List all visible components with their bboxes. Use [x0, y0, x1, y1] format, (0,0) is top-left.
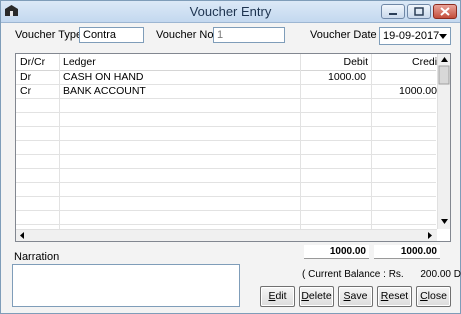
row-credit: 1000.00	[399, 85, 437, 97]
narration-label: Narration	[14, 251, 60, 263]
column-header-drcr: Dr/Cr	[20, 56, 46, 68]
voucher-date-label: Voucher Date	[310, 29, 377, 41]
vertical-scrollbar[interactable]	[437, 54, 450, 229]
delete-button[interactable]: Delete	[299, 286, 334, 307]
voucher-no-field[interactable]: 1	[213, 27, 285, 43]
current-balance-text: ( Current Balance : Rs. 200.00 Dr )	[302, 269, 461, 280]
narration-field[interactable]	[12, 264, 240, 307]
scroll-down-icon	[441, 219, 448, 224]
voucher-date-picker[interactable]: 19-09-2017	[379, 27, 451, 45]
row-drcr: Dr	[20, 71, 32, 83]
voucher-type-field[interactable]: Contra	[79, 27, 144, 43]
row-credit	[382, 70, 437, 84]
reset-button[interactable]: Reset	[377, 286, 412, 307]
scroll-thumb	[438, 65, 450, 85]
minimize-button[interactable]	[381, 4, 405, 19]
save-button[interactable]: Save	[338, 286, 373, 307]
maximize-button[interactable]	[407, 4, 431, 19]
close-icon	[440, 7, 450, 16]
scroll-up-icon	[441, 57, 448, 62]
close-button[interactable]: Close	[416, 286, 451, 307]
minimize-icon	[389, 13, 397, 15]
row-debit	[311, 84, 366, 98]
close-window-button[interactable]	[433, 4, 457, 19]
row-debit: 1000.00	[328, 71, 366, 83]
scroll-right-icon	[428, 232, 432, 239]
voucher-entry-window: Voucher Entry Voucher Type Contra Vouche…	[0, 0, 461, 314]
column-header-debit: Debit	[343, 56, 368, 68]
chevron-down-icon[interactable]	[437, 29, 449, 43]
horizontal-scrollbar[interactable]	[16, 229, 437, 241]
grid-header: Dr/Cr Ledger Debit Credit	[16, 54, 440, 71]
column-header-ledger: Ledger	[63, 56, 96, 68]
scroll-left-icon	[20, 232, 24, 239]
debit-total: 1000.00	[304, 245, 369, 259]
edit-button[interactable]: Edit	[260, 286, 295, 307]
column-header-credit: Credit	[411, 56, 440, 68]
row-ledger: BANK ACCOUNT	[63, 85, 146, 97]
title-bar[interactable]: Voucher Entry	[1, 1, 460, 23]
row-ledger: CASH ON HAND	[63, 71, 144, 83]
row-drcr: Cr	[20, 85, 32, 97]
maximize-icon	[414, 7, 424, 16]
voucher-no-label: Voucher No	[156, 29, 214, 41]
voucher-type-label: Voucher Type	[15, 29, 83, 41]
credit-total: 1000.00	[374, 245, 440, 259]
ledger-grid[interactable]: Dr/Cr Ledger Debit Credit Dr CASH ON HAN…	[15, 53, 451, 242]
voucher-date-value: 19-09-2017	[383, 30, 440, 42]
